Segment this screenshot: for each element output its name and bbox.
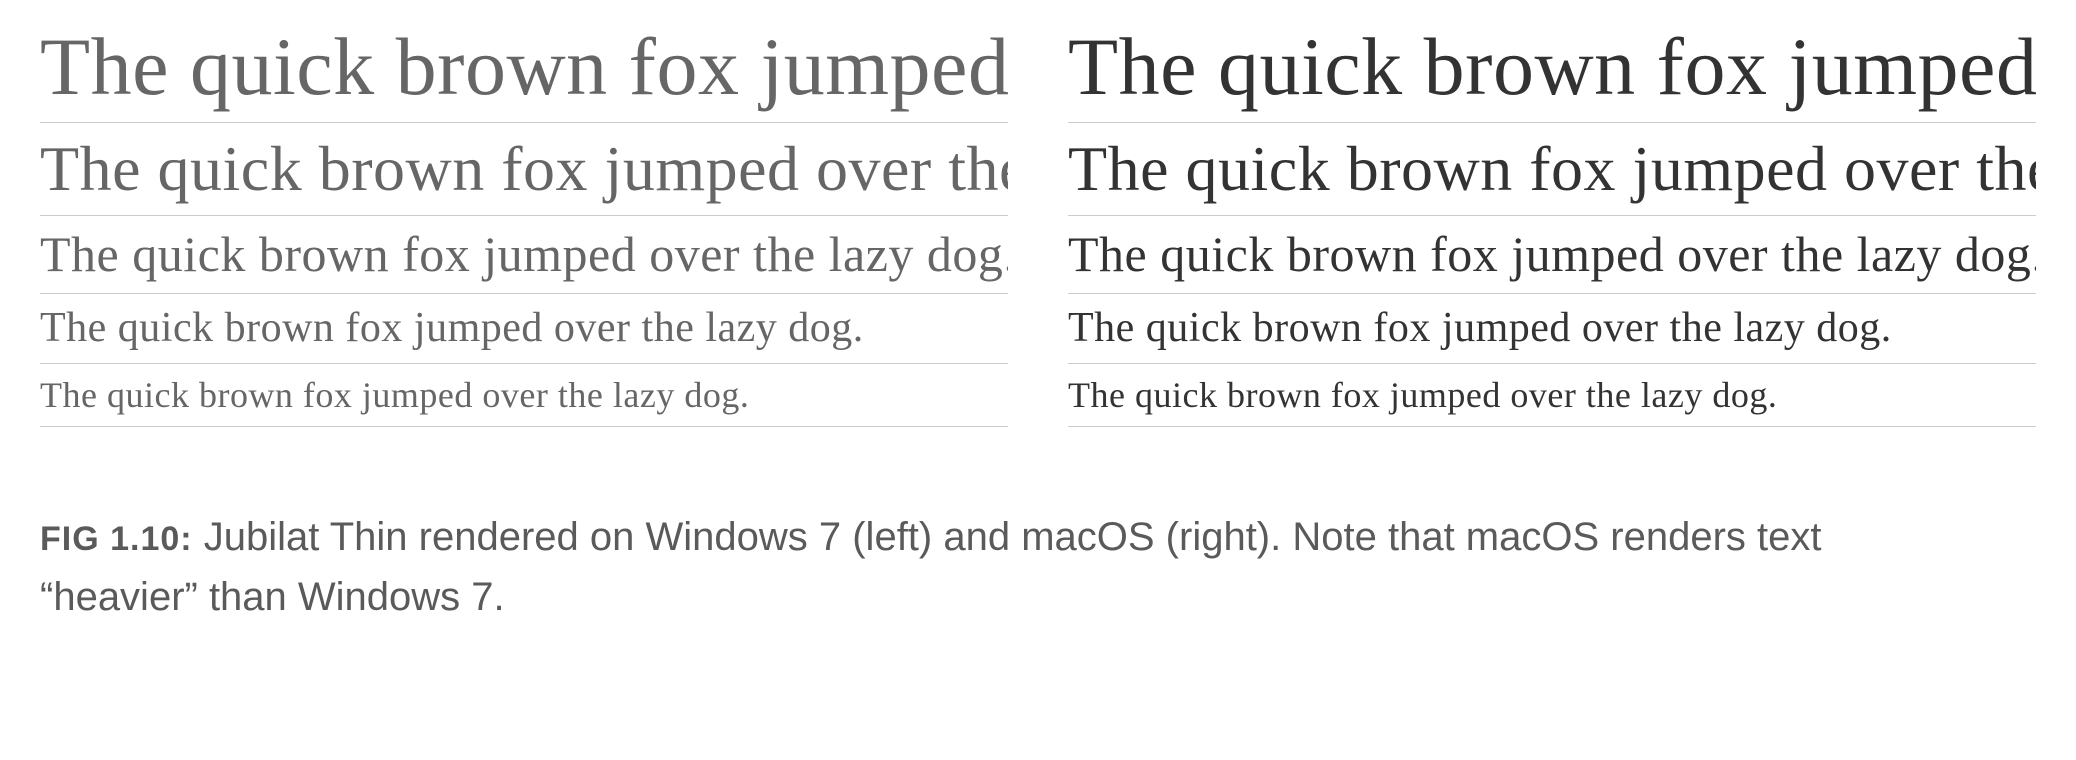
sample-text: The quick brown fox jumped over the lazy… [1068, 294, 2036, 364]
sample-text: The quick brown fox jumped over the lazy… [40, 216, 1008, 294]
figure-caption: FIG 1.10: Jubilat Thin rendered on Windo… [40, 507, 1940, 627]
sample-text: The quick brown fox jumped over the lazy… [1068, 216, 2036, 294]
font-comparison: The quick brown fox jumped over the lazy… [40, 20, 2036, 427]
macos-column: The quick brown fox jumped over the lazy… [1068, 20, 2036, 427]
sample-text: The quick brown fox jumped over the lazy… [40, 294, 1008, 364]
sample-text: The quick brown fox jumped over the lazy… [40, 364, 1008, 427]
figure-caption-text: Jubilat Thin rendered on Windows 7 (left… [40, 515, 1821, 619]
sample-text: The quick brown fox jumped over the lazy… [1068, 20, 2036, 123]
sample-text: The quick brown fox jumped over the lazy… [40, 123, 1008, 216]
windows-column: The quick brown fox jumped over the lazy… [40, 20, 1008, 427]
figure-label: FIG 1.10: [40, 520, 193, 558]
sample-text: The quick brown fox jumped over the lazy… [40, 20, 1008, 123]
sample-text: The quick brown fox jumped over the lazy… [1068, 123, 2036, 216]
sample-text: The quick brown fox jumped over the lazy… [1068, 364, 2036, 427]
